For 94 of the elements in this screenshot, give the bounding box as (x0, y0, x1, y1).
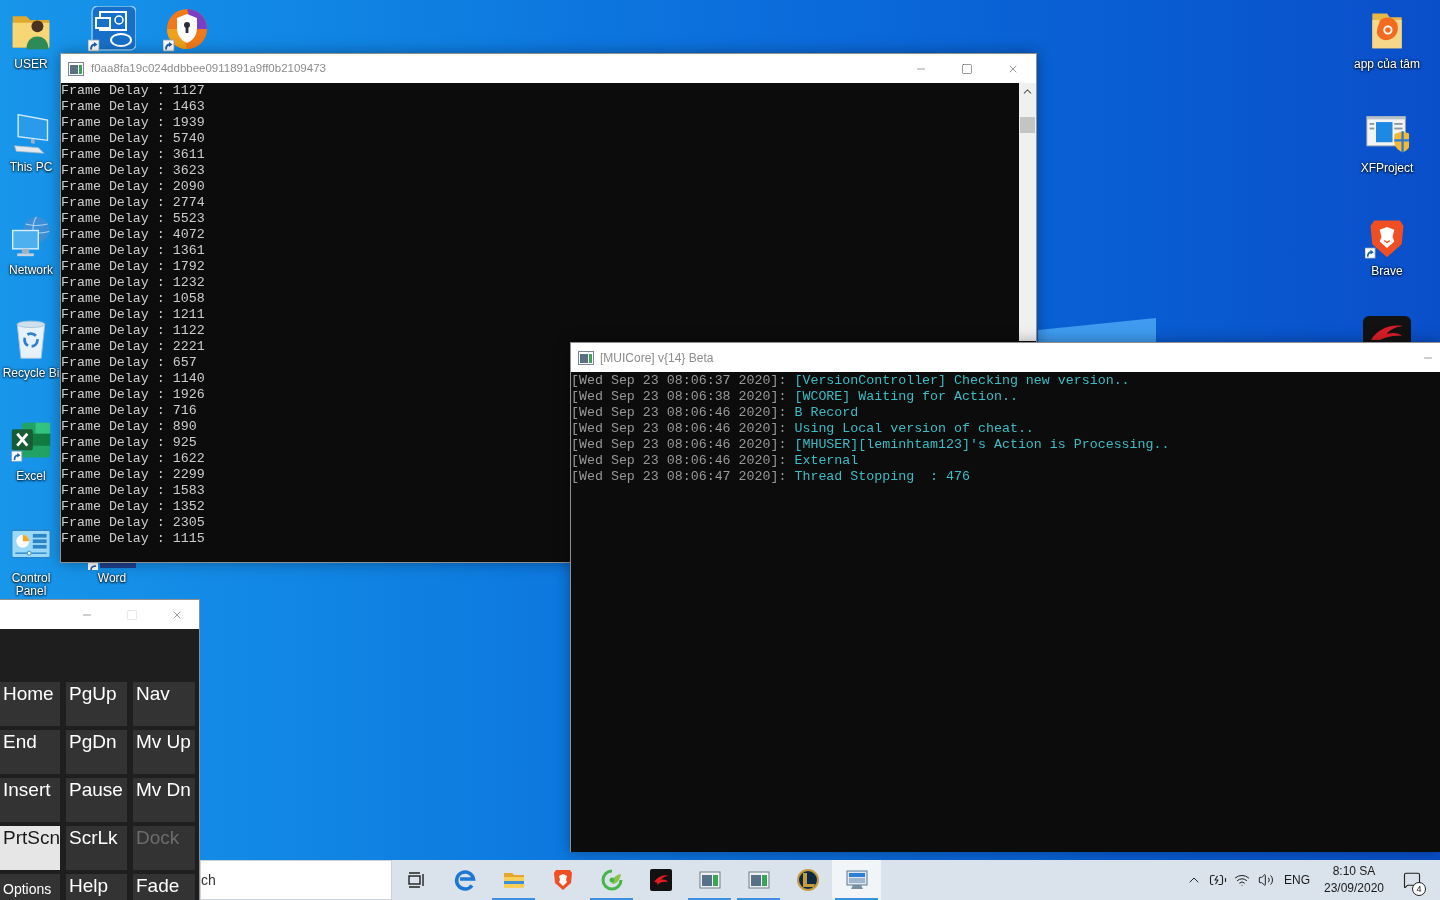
log-message: Thread Stopping : 476 (794, 469, 970, 485)
console-line: Frame Delay : 2090 (61, 179, 205, 195)
console-app-icon (578, 350, 594, 365)
keypad-key[interactable]: PgDn (66, 730, 127, 774)
wifi-icon[interactable] (1234, 872, 1250, 888)
console-line: Frame Delay : 1361 (61, 243, 205, 259)
console-line: Frame Delay : 5523 (61, 211, 205, 227)
console-line: Frame Delay : 2299 (61, 467, 205, 483)
document-app-icon[interactable] (88, 563, 136, 571)
console-line: Frame Delay : 1463 (61, 99, 205, 115)
keypad-key[interactable]: Help (66, 874, 127, 900)
language-indicator[interactable]: ENG (1284, 871, 1310, 889)
volume-icon[interactable] (1258, 872, 1274, 888)
console-line: Frame Delay : 925 (61, 435, 197, 451)
spreadsheet-app-icon[interactable] (9, 420, 53, 464)
clock-date[interactable]: 23/09/2020 (1323, 880, 1385, 897)
log-message: External (794, 453, 859, 469)
console-line: Frame Delay : 657 (61, 355, 197, 371)
console-line: Frame Delay : 3623 (61, 163, 205, 179)
console-line: Frame Delay : 1939 (61, 115, 205, 131)
console-line: Frame Delay : 1211 (61, 307, 205, 323)
window-title: f0aa8fa19c024ddbbee0911891a9ff0b2109473 (91, 60, 326, 76)
keypad-key[interactable]: Options (0, 874, 60, 900)
icon-label[interactable]: XFProject (1360, 162, 1414, 175)
console-line: Frame Delay : 716 (61, 403, 197, 419)
keypad-key[interactable]: End (0, 730, 60, 774)
keypad-key[interactable]: Pause (66, 778, 127, 822)
console-line: Frame Delay : 1140 (61, 371, 205, 387)
console-line: Frame Delay : 1792 (61, 259, 205, 275)
keypad-key[interactable]: PrtScn (0, 826, 60, 870)
log-timestamp: [Wed Sep 23 08:06:37 2020]: (571, 373, 787, 389)
keypad-key[interactable]: Mv Up (133, 730, 195, 774)
log-timestamp: [Wed Sep 23 08:06:47 2020]: (571, 469, 787, 485)
clock-time[interactable]: 8:10 SA (1332, 863, 1376, 880)
keypad-key[interactable]: Home (0, 682, 60, 726)
console-line: Frame Delay : 2774 (61, 195, 205, 211)
log-timestamp: [Wed Sep 23 08:06:38 2020]: (571, 389, 787, 405)
dragon-logo-icon[interactable] (1363, 316, 1411, 342)
notification-badge: 4 (1412, 882, 1426, 896)
log-message: [WCORE] Waiting for Action.. (794, 389, 1018, 405)
log-message: [MHUSER][leminhtam123]'s Action is Processing.. (794, 437, 1170, 453)
keypad-key[interactable]: Mv Dn (133, 778, 195, 822)
window-title: [MUICore] v{14} Beta (600, 349, 714, 367)
maximize-icon (125, 608, 138, 621)
dragon-logo-icon (648, 868, 673, 892)
shield-keyhole-icon[interactable] (163, 8, 209, 52)
log-timestamp: [Wed Sep 23 08:06:46 2020]: (571, 421, 787, 437)
icon-label[interactable]: app của tâm (1353, 58, 1420, 71)
keypad-key[interactable]: PgUp (66, 682, 127, 726)
console-line: Frame Delay : 5740 (61, 131, 205, 147)
leaf-swirl-icon (599, 868, 624, 892)
console-line: Frame Delay : 2221 (61, 339, 205, 355)
monitor-app-icon (844, 868, 869, 892)
console-line: Frame Delay : 2305 (61, 515, 205, 531)
console-line: Frame Delay : 1058 (61, 291, 205, 307)
console-line: Frame Delay : 1115 (61, 531, 205, 547)
log-message: B Record (794, 405, 859, 421)
keypad-key[interactable]: Insert (0, 778, 60, 822)
keypad-key[interactable]: ScrLk (66, 826, 127, 870)
running-indicator (688, 898, 731, 900)
console-line: Frame Delay : 1122 (61, 323, 205, 339)
console-line: Frame Delay : 1622 (61, 451, 205, 467)
log-message: Using Local version of cheat.. (794, 421, 1034, 437)
scrollbar-thumb[interactable] (1020, 117, 1035, 133)
console-window-icon (746, 868, 771, 892)
console-line: Frame Delay : 1583 (61, 483, 205, 499)
log-timestamp: [Wed Sep 23 08:06:46 2020]: (571, 437, 787, 453)
console-line: Frame Delay : 1232 (61, 275, 205, 291)
console-window-icon (697, 868, 722, 892)
console-line: Frame Delay : 1127 (61, 83, 205, 99)
console-line: Frame Delay : 1352 (61, 499, 205, 515)
running-indicator (737, 898, 780, 900)
console-app-icon (68, 61, 84, 76)
console-line: Frame Delay : 890 (61, 419, 197, 435)
console-line: Frame Delay : 4072 (61, 227, 205, 243)
running-indicator (492, 898, 535, 900)
search-field[interactable]: ch (200, 860, 392, 900)
maximize-icon (961, 62, 973, 75)
browser-icon (452, 868, 477, 892)
notification-button[interactable]: 4 (1396, 864, 1428, 896)
scrollbar[interactable] (1019, 83, 1036, 341)
console-line: Frame Delay : 3611 (61, 147, 205, 163)
keypad-key[interactable]: Nav (133, 682, 195, 726)
running-indicator (590, 898, 633, 900)
crest-badge-icon (795, 868, 820, 892)
console-line: Frame Delay : 1926 (61, 387, 205, 403)
log-message: [VersionController] Checking new version.. (794, 373, 1130, 389)
log-timestamp: [Wed Sep 23 08:06:46 2020]: (571, 405, 787, 421)
log-timestamp: [Wed Sep 23 08:06:46 2020]: (571, 453, 787, 469)
keypad-key[interactable]: Fade (133, 874, 195, 900)
task-view-icon (407, 872, 425, 888)
running-indicator (835, 898, 878, 900)
icon-label[interactable]: Brave (1371, 265, 1403, 278)
screens-tile-icon[interactable] (88, 6, 136, 52)
